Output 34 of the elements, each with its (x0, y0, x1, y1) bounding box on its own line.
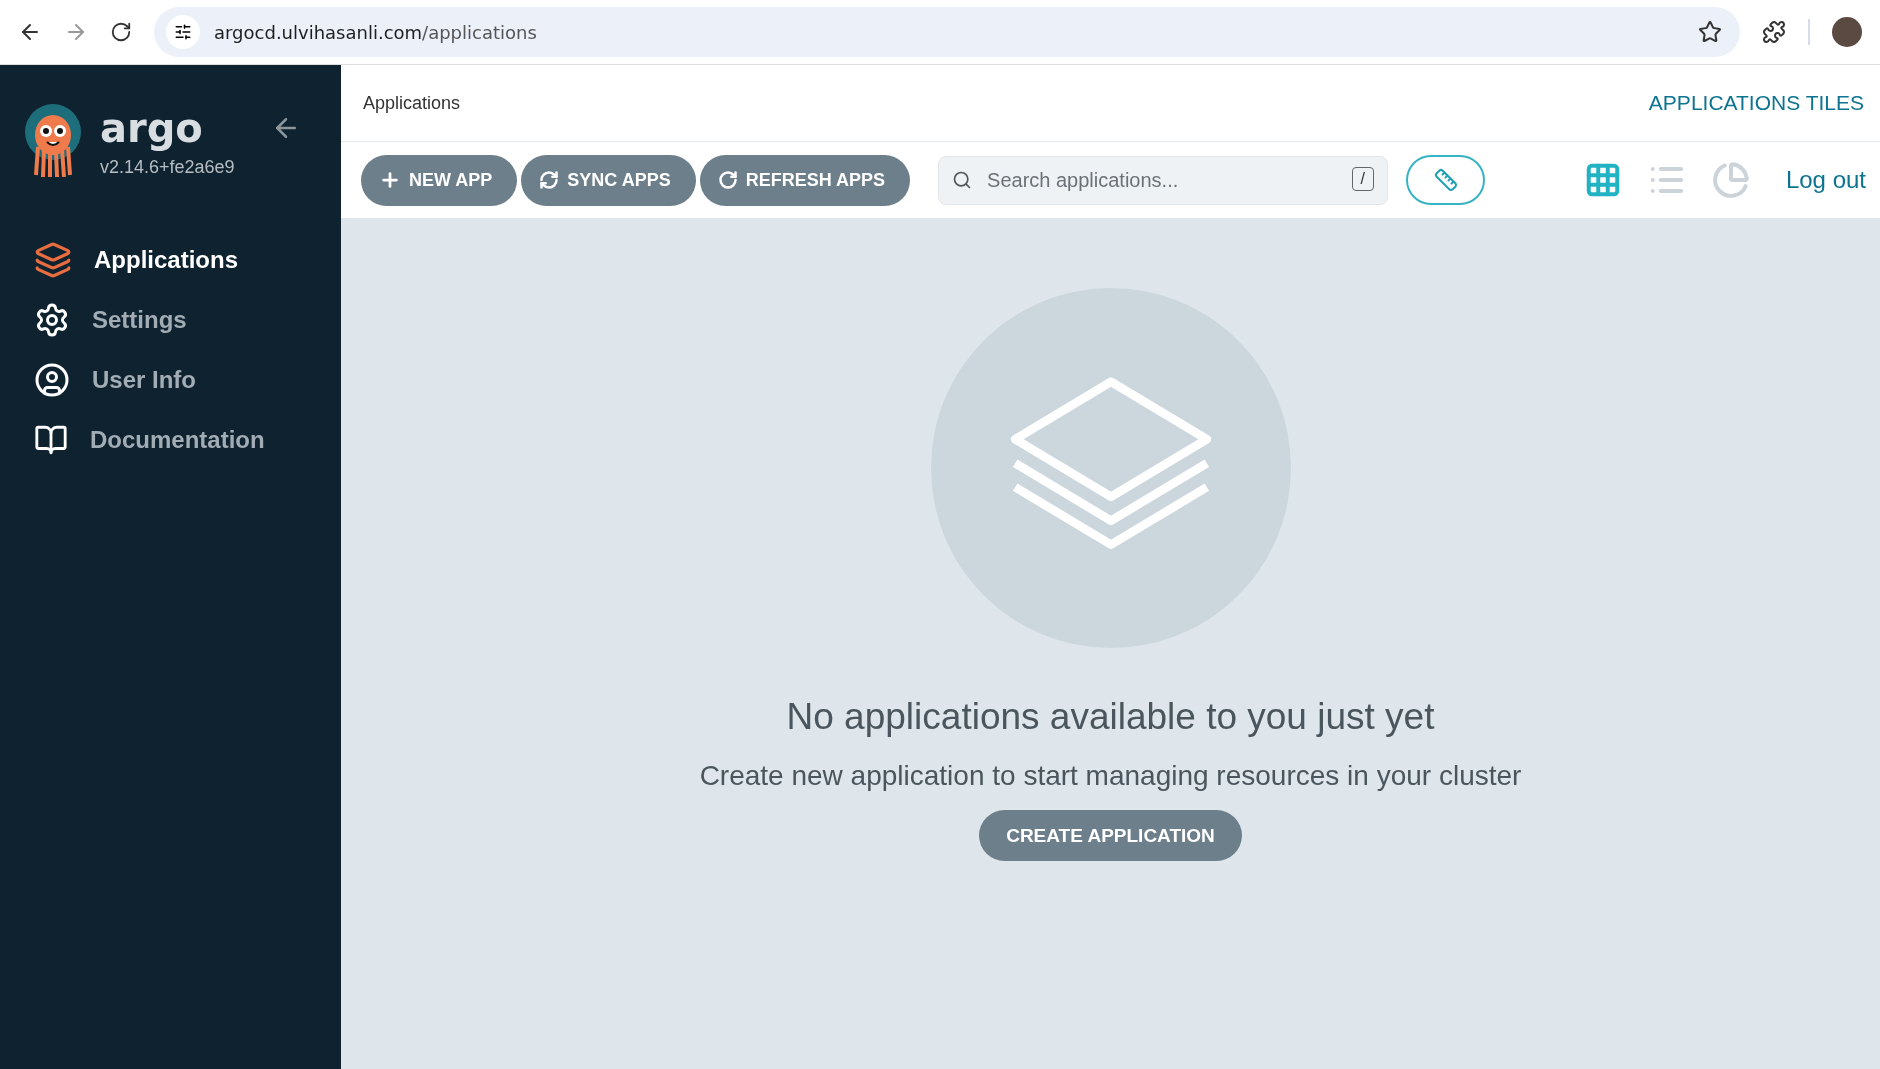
ruler-icon (1433, 168, 1458, 192)
sidebar-item[interactable]: Applications (24, 230, 341, 290)
logout-link[interactable]: Log out (1785, 166, 1866, 194)
sidebar-item[interactable]: Settings (24, 290, 341, 350)
empty-title: No applications available to you just yet (786, 696, 1435, 738)
settings-icon (34, 302, 70, 338)
extensions-icon[interactable] (1762, 20, 1786, 44)
octopus-logo-icon (24, 103, 82, 177)
search-icon (952, 169, 973, 190)
layers-icon (34, 241, 72, 279)
book-icon (34, 423, 68, 457)
shortcut-key: / (1351, 166, 1375, 191)
star-icon[interactable] (1698, 20, 1722, 44)
avatar[interactable] (1832, 17, 1862, 47)
refresh-icon (717, 170, 738, 190)
url-text: argocd.ulvihasanli.com/applications (214, 21, 538, 43)
toolbar-button[interactable]: SYNC APPS (521, 154, 696, 206)
site-settings-icon[interactable] (166, 15, 200, 49)
plus-icon (379, 169, 401, 191)
user-icon (34, 362, 70, 398)
empty-subtitle: Create new application to start managing resources in your cluster (699, 760, 1522, 792)
sync-icon (539, 170, 560, 190)
logo-text: argo (100, 104, 204, 153)
page-title: Applications (363, 92, 461, 114)
filter-toggle-button[interactable] (1406, 155, 1486, 205)
sidebar-item[interactable]: User Info (24, 350, 341, 410)
toolbar-button[interactable]: NEW APP (361, 154, 518, 206)
sidebar-item[interactable]: Documentation (24, 410, 341, 470)
reload-icon[interactable] (110, 21, 132, 43)
toolbar-button[interactable]: REFRESH APPS (699, 154, 911, 206)
address-bar[interactable]: argocd.ulvihasanli.com/applications (154, 7, 1740, 57)
create-application-button[interactable]: CREATE APPLICATION (979, 810, 1242, 861)
version-text: v2.14.6+fe2a6e9 (100, 157, 235, 178)
view-title: APPLICATIONS TILES (1648, 91, 1864, 115)
